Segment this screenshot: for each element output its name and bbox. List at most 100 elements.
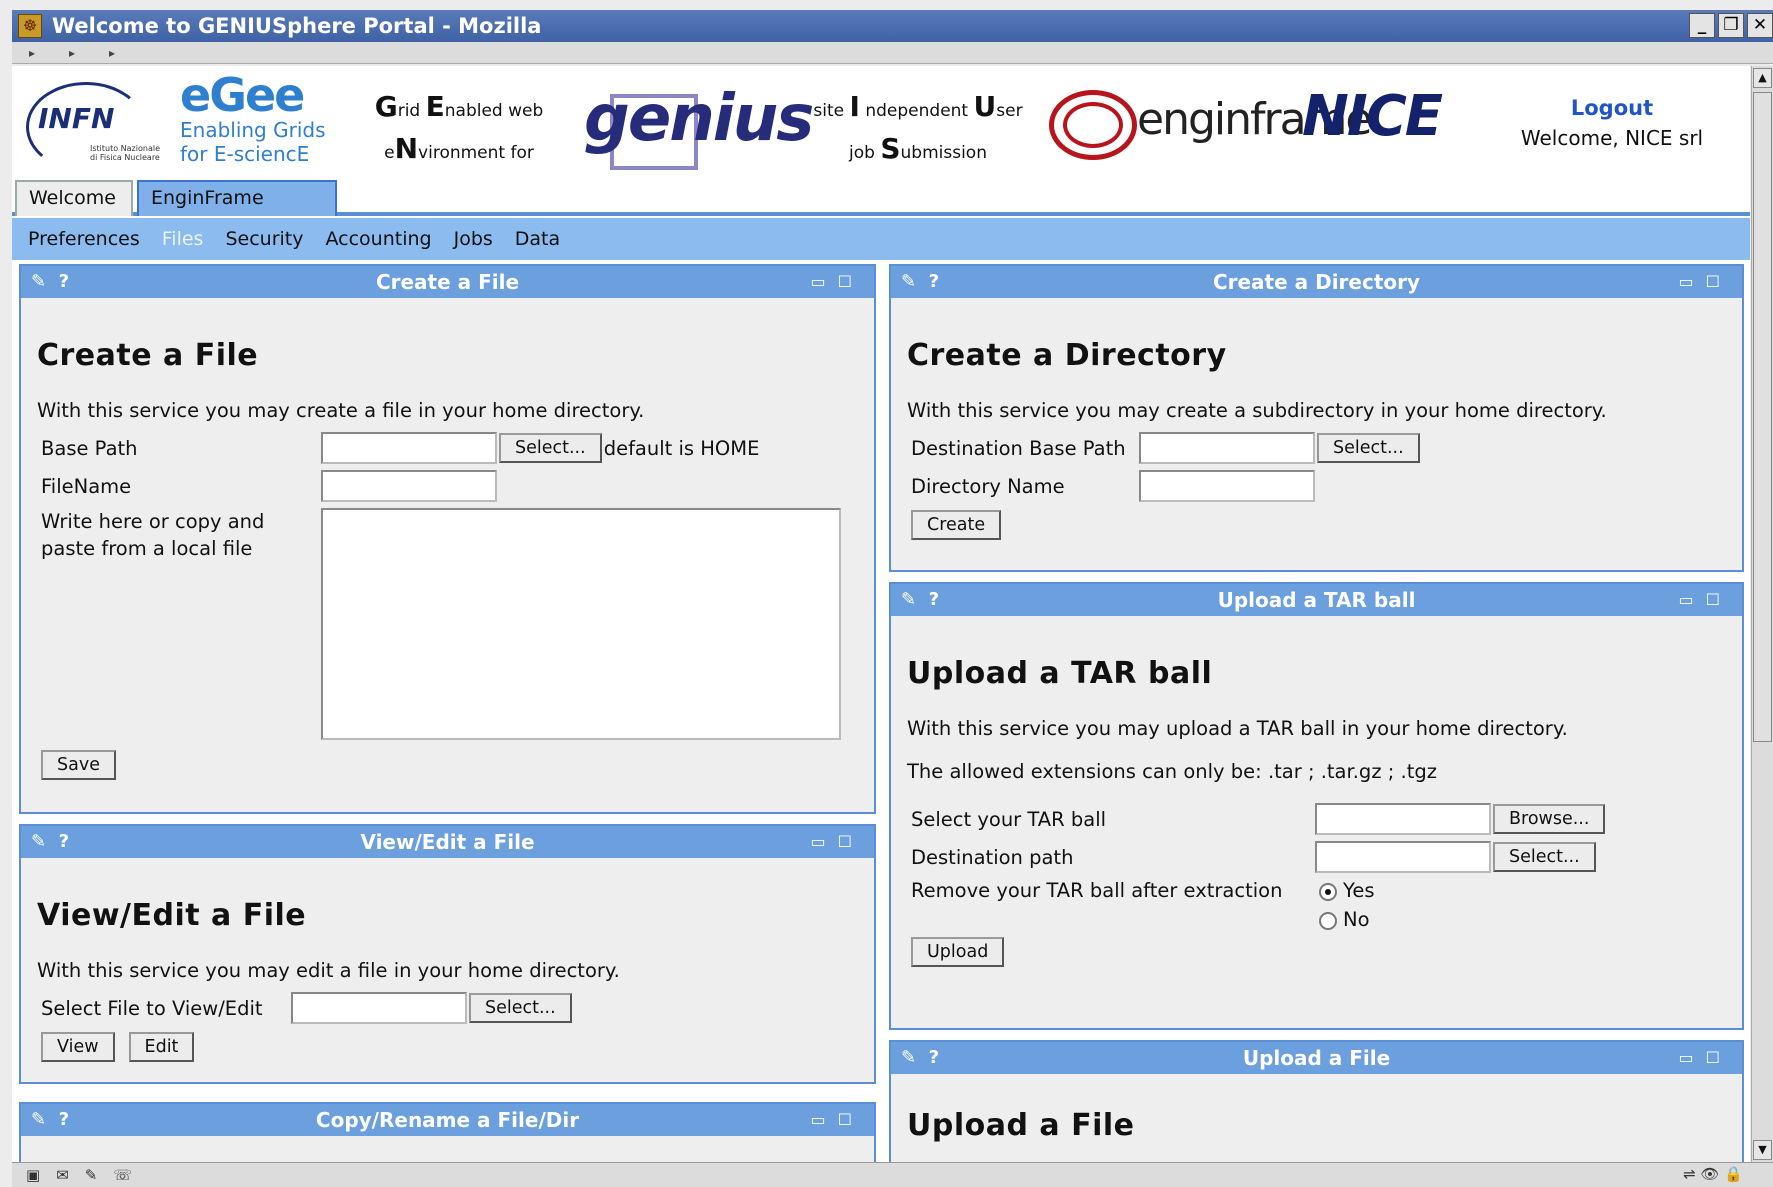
edit-icon[interactable]: ✎ bbox=[31, 271, 46, 292]
composer-icon[interactable]: ✎ bbox=[85, 1166, 98, 1184]
tar-file-input[interactable] bbox=[1315, 803, 1491, 835]
tab-welcome[interactable]: Welcome bbox=[15, 180, 133, 216]
file-path-input[interactable] bbox=[291, 992, 467, 1024]
section-title: Upload a File bbox=[907, 1108, 1135, 1143]
portal-header: INFN Istituto Nazionale di Fisica Nuclea… bbox=[12, 66, 1750, 178]
logout-link[interactable]: Logout bbox=[1492, 96, 1732, 120]
destination-base-path-label: Destination Base Path bbox=[911, 436, 1126, 460]
genius-logo: genius bbox=[572, 82, 814, 172]
toolbar-grip-icon[interactable]: ▸ bbox=[12, 42, 52, 64]
addressbook-icon[interactable]: ☏ bbox=[113, 1166, 132, 1184]
minimize-icon[interactable]: ▭ bbox=[1679, 1048, 1706, 1067]
portlet-title: Upload a File bbox=[1242, 1046, 1391, 1070]
window-controls: _ ❐ ✕ bbox=[1689, 13, 1773, 38]
page-content: INFN Istituto Nazionale di Fisica Nuclea… bbox=[12, 66, 1750, 1162]
select-button[interactable]: Select... bbox=[499, 433, 602, 463]
filename-label: FileName bbox=[41, 474, 132, 498]
edit-icon[interactable]: ✎ bbox=[901, 271, 916, 292]
nice-logo: NICE bbox=[1302, 84, 1443, 149]
scroll-down-icon[interactable]: ▼ bbox=[1753, 1140, 1772, 1160]
scroll-thumb[interactable] bbox=[1753, 92, 1772, 742]
destination-path-input[interactable] bbox=[1315, 841, 1491, 873]
section-title: Create a File bbox=[37, 338, 259, 373]
edit-icon[interactable]: ✎ bbox=[901, 1047, 916, 1068]
window-title: Welcome to GENIUSphere Portal - Mozilla bbox=[52, 14, 542, 38]
maximize-icon[interactable]: ☐ bbox=[838, 272, 864, 291]
minimize-window-button[interactable]: _ bbox=[1689, 13, 1715, 38]
maximize-icon[interactable]: ☐ bbox=[838, 1110, 864, 1129]
minimize-icon[interactable]: ▭ bbox=[811, 272, 838, 291]
create-button[interactable]: Create bbox=[911, 510, 1002, 540]
menu-security[interactable]: Security bbox=[225, 228, 303, 250]
scroll-up-icon[interactable]: ▲ bbox=[1753, 68, 1772, 88]
menu-files[interactable]: Files bbox=[162, 228, 204, 250]
description: With this service you may create a subdi… bbox=[907, 399, 1607, 422]
tab-enginframe-portlet[interactable]: EnginFrame Portlet bbox=[137, 180, 337, 241]
destination-base-path-input[interactable] bbox=[1139, 432, 1315, 464]
portlet-header: ✎ ? Upload a File ▭☐ bbox=[891, 1042, 1742, 1074]
minimize-icon[interactable]: ▭ bbox=[1679, 272, 1706, 291]
select-file-label: Select File to View/Edit bbox=[41, 996, 263, 1020]
create-file-portlet: ✎ ? Create a File ▭☐ Create a File With … bbox=[19, 264, 876, 814]
copy-rename-portlet: ✎ ? Copy/Rename a File/Dir ▭☐ bbox=[19, 1102, 876, 1162]
portlet-header: ✎ ? Create a Directory ▭☐ bbox=[891, 266, 1742, 298]
select-button[interactable]: Select... bbox=[1493, 842, 1596, 872]
menu-jobs[interactable]: Jobs bbox=[454, 228, 493, 250]
minimize-icon[interactable]: ▭ bbox=[811, 832, 838, 851]
yes-label: Yes bbox=[1343, 879, 1375, 902]
infn-logo: INFN Istituto Nazionale di Fisica Nuclea… bbox=[20, 74, 160, 172]
default-text: default is HOME bbox=[603, 436, 760, 460]
close-window-button[interactable]: ✕ bbox=[1747, 13, 1773, 38]
browser-window: ☸ Welcome to GENIUSphere Portal - Mozill… bbox=[0, 0, 1773, 1187]
mail-icon[interactable]: ✉ bbox=[56, 1166, 69, 1184]
maximize-icon[interactable]: ☐ bbox=[838, 832, 864, 851]
section-title: Upload a TAR ball bbox=[907, 656, 1213, 691]
menu-accounting[interactable]: Accounting bbox=[325, 228, 431, 250]
edit-icon[interactable]: ✎ bbox=[31, 1109, 46, 1130]
filename-input[interactable] bbox=[321, 470, 497, 502]
help-icon[interactable]: ? bbox=[59, 831, 69, 852]
help-icon[interactable]: ? bbox=[929, 1047, 939, 1068]
maximize-icon[interactable]: ☐ bbox=[1706, 590, 1732, 609]
minimize-icon[interactable]: ▭ bbox=[1679, 590, 1706, 609]
no-radio[interactable] bbox=[1319, 911, 1337, 930]
section-title: Create a Directory bbox=[907, 338, 1227, 373]
edit-icon[interactable]: ✎ bbox=[31, 831, 46, 852]
edit-icon[interactable]: ✎ bbox=[901, 589, 916, 610]
navigator-icon[interactable]: ▣ bbox=[26, 1166, 40, 1184]
upload-button[interactable]: Upload bbox=[911, 937, 1005, 967]
select-button[interactable]: Select... bbox=[469, 993, 572, 1023]
description: With this service you may edit a file in… bbox=[37, 959, 620, 982]
browse-button[interactable]: Browse... bbox=[1493, 804, 1606, 834]
files-menubar: Preferences Files Security Accounting Jo… bbox=[12, 218, 1750, 260]
toolbar-grip-icon[interactable]: ▸ bbox=[92, 42, 132, 64]
vertical-scrollbar[interactable]: ▲ ▼ bbox=[1751, 66, 1773, 1162]
yes-radio[interactable] bbox=[1319, 882, 1337, 901]
directory-name-input[interactable] bbox=[1139, 470, 1315, 502]
view-edit-portlet: ✎ ? View/Edit a File ▭☐ View/Edit a File… bbox=[19, 824, 876, 1084]
portlet-header: ✎ ? View/Edit a File ▭☐ bbox=[21, 826, 874, 858]
help-icon[interactable]: ? bbox=[59, 1109, 69, 1130]
help-icon[interactable]: ? bbox=[929, 589, 939, 610]
security-icons: ⇌ 👁 🔒 bbox=[1683, 1165, 1743, 1183]
edit-button[interactable]: Edit bbox=[128, 1032, 195, 1062]
help-icon[interactable]: ? bbox=[929, 271, 939, 292]
help-icon[interactable]: ? bbox=[59, 271, 69, 292]
maximize-icon[interactable]: ☐ bbox=[1706, 272, 1732, 291]
minimize-icon[interactable]: ▭ bbox=[811, 1110, 838, 1129]
select-button[interactable]: Select... bbox=[1317, 433, 1420, 463]
base-path-input[interactable] bbox=[321, 432, 497, 464]
portlet-title: Copy/Rename a File/Dir bbox=[315, 1108, 580, 1132]
portlet-header: ✎ ? Create a File ▭☐ bbox=[21, 266, 874, 298]
destination-path-label: Destination path bbox=[911, 845, 1074, 869]
restore-window-button[interactable]: ❐ bbox=[1718, 13, 1744, 38]
upload-tar-portlet: ✎ ? Upload a TAR ball ▭☐ Upload a TAR ba… bbox=[889, 582, 1744, 1030]
portlet-header: ✎ ? Upload a TAR ball ▭☐ bbox=[891, 584, 1742, 616]
save-button[interactable]: Save bbox=[41, 750, 116, 780]
toolbar-grip-icon[interactable]: ▸ bbox=[52, 42, 92, 64]
maximize-icon[interactable]: ☐ bbox=[1706, 1048, 1732, 1067]
file-content-textarea[interactable] bbox=[321, 508, 841, 740]
menu-preferences[interactable]: Preferences bbox=[28, 228, 140, 250]
view-button[interactable]: View bbox=[41, 1032, 115, 1062]
menu-data[interactable]: Data bbox=[515, 228, 560, 250]
